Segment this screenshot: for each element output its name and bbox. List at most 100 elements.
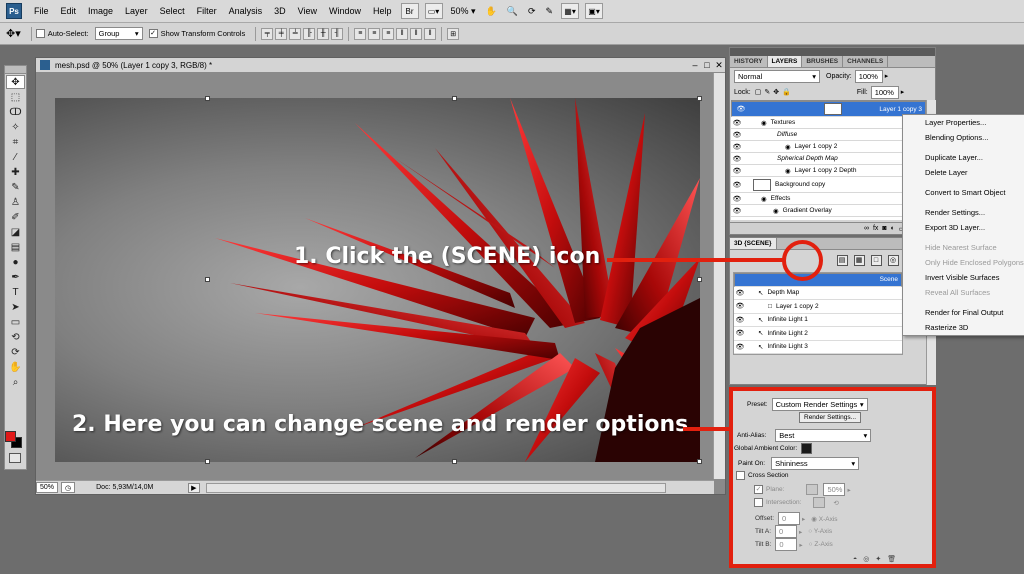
lock-pixels-icon[interactable]: ✎	[764, 88, 770, 96]
opacity-field[interactable]: 100%	[854, 69, 883, 83]
visibility-eye-icon[interactable]: 👁	[731, 167, 743, 175]
visibility-eye-icon[interactable]: 👁	[734, 343, 746, 351]
distribute-hcenter-icon[interactable]: ‖	[410, 27, 423, 40]
visibility-eye-icon[interactable]: 👁	[735, 105, 747, 113]
layer-row[interactable]: 👁 ◉ Layer 1 copy 2	[731, 141, 926, 153]
visibility-eye-icon[interactable]: 👁	[734, 302, 746, 310]
visibility-eye-icon[interactable]: 👁	[731, 195, 743, 203]
zoom-tool-icon[interactable]: ⌕	[6, 375, 25, 389]
screen-mode-icon-2[interactable]: ▣▾	[585, 3, 604, 19]
align-right-icon[interactable]: ╢	[331, 27, 344, 40]
preset-select[interactable]: Custom Render Settings ▾	[771, 398, 868, 411]
visibility-eye-icon[interactable]: 👁	[731, 119, 743, 127]
layer-row[interactable]: 👁 ◉ Textures	[731, 117, 926, 129]
fill-arrow-icon[interactable]: ▸	[901, 88, 905, 96]
lock-all-icon[interactable]: 🔒	[782, 88, 791, 96]
plane-arrow-icon[interactable]: ▸	[847, 486, 850, 494]
context-menu-item[interactable]: Render for Final Output	[903, 305, 1024, 320]
visibility-eye-icon[interactable]: 👁	[731, 131, 743, 139]
scene-item[interactable]: 👁 □ Layer 1 copy 2	[734, 300, 902, 314]
3d-orbit-tool-icon[interactable]: ⟳	[6, 345, 25, 359]
effect-visibility-icon[interactable]: ◉	[785, 143, 791, 151]
align-hcenter-icon[interactable]: ╫	[317, 27, 330, 40]
distribute-top-icon[interactable]: ≡	[354, 27, 367, 40]
blend-mode-select[interactable]: Normal ▾	[734, 69, 820, 83]
intersection-color-swatch[interactable]	[813, 497, 826, 508]
menu-analysis[interactable]: Analysis	[223, 6, 269, 16]
toggle-lights-icon[interactable]: ◎	[863, 555, 869, 563]
zoom-tool-icon[interactable]: 🔍	[507, 6, 518, 17]
plane-color-swatch[interactable]	[806, 484, 819, 495]
global-ambient-color-swatch[interactable]	[801, 443, 813, 454]
visibility-eye-icon[interactable]: 👁	[731, 181, 743, 189]
visibility-eye-icon[interactable]: 👁	[734, 329, 746, 337]
layer-row[interactable]: 👁 ◉ Effects	[731, 193, 926, 205]
layer-style-icon[interactable]: fx	[873, 225, 878, 232]
move-tool-icon[interactable]: ✥▾	[6, 27, 21, 40]
lasso-tool-icon[interactable]: ↀ	[6, 105, 25, 119]
path-selection-tool-icon[interactable]: ➤	[6, 300, 25, 314]
toolbox-header[interactable]	[5, 66, 26, 74]
layer-row[interactable]: 👁 ◉ Gradient Overlay	[731, 205, 926, 217]
menu-window[interactable]: Window	[323, 6, 367, 16]
effect-visibility-icon[interactable]: ◉	[773, 207, 779, 215]
context-menu-item[interactable]: Invert Visible Surfaces	[903, 270, 1024, 285]
lock-position-icon[interactable]: ✥	[773, 88, 779, 96]
lock-transparent-icon[interactable]: ▢	[755, 88, 762, 96]
align-bottom-icon[interactable]: ╧	[289, 27, 302, 40]
effect-visibility-icon[interactable]: ◉	[785, 167, 791, 175]
status-icon[interactable]: ◷	[61, 482, 76, 493]
shape-tool-icon[interactable]: ▭	[6, 315, 25, 329]
light-bulb-icon[interactable]: ◎	[887, 254, 899, 266]
trash-icon[interactable]: 🗑	[887, 555, 896, 563]
opacity-arrow-icon[interactable]: ▸	[885, 72, 889, 80]
menu-filter[interactable]: Filter	[191, 6, 223, 16]
3d-rotate-tool-icon[interactable]: ⟲	[6, 330, 25, 344]
screen-mode-icon[interactable]: ▭▾	[424, 3, 443, 19]
tab-history[interactable]: HISTORY	[730, 56, 768, 67]
flip-icon[interactable]: ⟲	[833, 499, 838, 507]
bridge-button[interactable]: Br	[400, 3, 419, 19]
ruler-icon[interactable]: ✎	[546, 6, 554, 17]
y-axis-radio[interactable]: ○ Y-Axis	[808, 528, 832, 535]
transform-handle[interactable]	[205, 277, 210, 282]
transform-handle[interactable]	[205, 96, 210, 101]
quick-select-tool-icon[interactable]: ✧	[6, 120, 25, 134]
status-arrow-icon[interactable]: ▶	[188, 482, 200, 493]
plane-opacity-field[interactable]: 50%	[823, 483, 846, 496]
scene-item[interactable]: 👁 ↖ Infinite Light 3	[734, 341, 902, 354]
clone-stamp-tool-icon[interactable]: ♙	[6, 195, 25, 209]
tilt-b-arrow-icon[interactable]: ▸	[799, 541, 802, 549]
distribute-vcenter-icon[interactable]: ≡	[368, 27, 381, 40]
menu-image[interactable]: Image	[82, 6, 119, 16]
visibility-eye-icon[interactable]: 👁	[734, 289, 746, 297]
auto-align-icon[interactable]: ⊞	[447, 27, 460, 40]
type-tool-icon[interactable]: T	[6, 285, 25, 299]
context-menu-item[interactable]: Rasterize 3D	[903, 320, 1024, 335]
transform-handle[interactable]	[205, 459, 210, 464]
context-menu-item[interactable]: Delete Layer	[903, 165, 1024, 180]
transform-handle[interactable]	[697, 277, 702, 282]
render-settings-button[interactable]: Render Settings...	[799, 412, 862, 423]
context-menu-item[interactable]: Duplicate Layer...	[903, 150, 1024, 165]
fill-field[interactable]: 100%	[870, 85, 899, 99]
history-brush-tool-icon[interactable]: ✐	[6, 210, 25, 224]
add-mask-icon[interactable]: ◙	[882, 225, 886, 232]
intersection-checkbox[interactable]	[754, 498, 763, 507]
arrange-documents-icon[interactable]: ▦▾	[561, 3, 580, 19]
brush-tool-icon[interactable]: ✎	[6, 180, 25, 194]
quick-mask-icon[interactable]	[9, 453, 21, 463]
context-menu-item[interactable]: Export 3D Layer...	[903, 220, 1024, 235]
gradient-tool-icon[interactable]: ▤	[6, 240, 25, 254]
marquee-tool-icon[interactable]: ⬚	[6, 90, 25, 104]
scene-item[interactable]: 👁 ↖ Infinite Light 1	[734, 314, 902, 327]
toggle-ground-plane-icon[interactable]: ◓	[853, 556, 857, 563]
transform-handle[interactable]	[452, 96, 457, 101]
maximize-icon[interactable]: □	[701, 60, 713, 71]
distribute-bottom-icon[interactable]: ≡	[382, 27, 395, 40]
show-transform-controls-checkbox[interactable]: ✓ Show Transform Controls	[148, 29, 245, 38]
zoom-level-select[interactable]: 50% ▾	[451, 6, 476, 17]
horizontal-scrollbar[interactable]	[205, 482, 666, 493]
anti-alias-select[interactable]: Best ▾	[775, 429, 872, 442]
visibility-eye-icon[interactable]: 👁	[731, 207, 743, 215]
